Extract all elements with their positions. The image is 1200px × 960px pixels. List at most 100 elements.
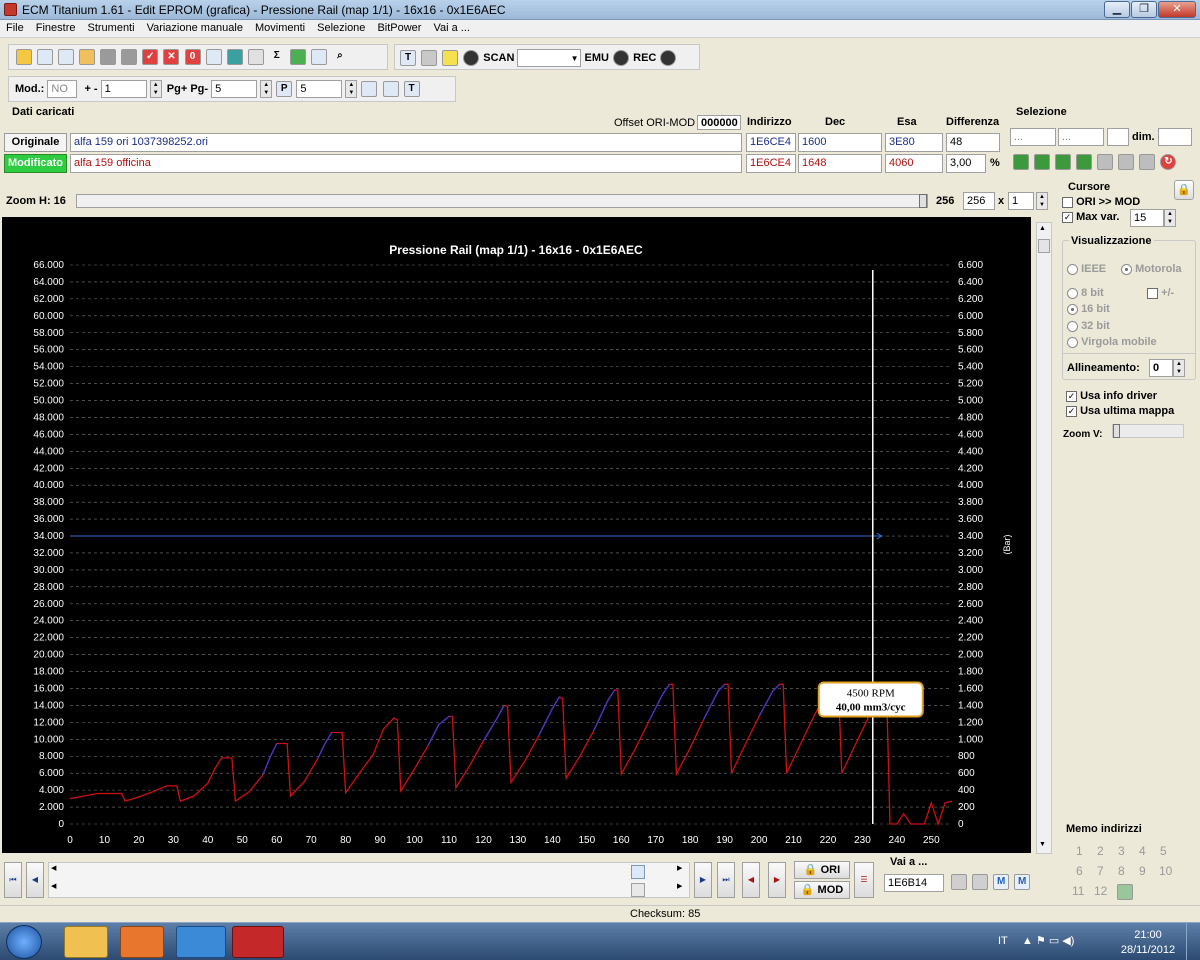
usa-ultima-checkbox[interactable]: ✓ [1066,405,1077,417]
ori-mod-checkbox[interactable] [1062,196,1073,208]
language-indicator[interactable]: IT [998,935,1008,947]
originale-diff[interactable]: 48 [946,133,1000,152]
selezione-extra[interactable] [1107,128,1129,146]
menu-bitpower[interactable]: BitPower [371,20,427,38]
hscroll-thumb-ori[interactable] [631,865,645,879]
modificato-filename[interactable]: alfa 159 officina [70,154,742,173]
grid-view-icon[interactable] [361,81,378,97]
window-titlebar[interactable]: ECM Titanium 1.61 - Edit EPROM (grafica)… [0,0,1200,20]
clear-selection-icon[interactable] [1139,154,1156,170]
virgola-radio[interactable] [1067,336,1078,348]
zoom-h-slider[interactable] [76,194,928,208]
zoom-v-thumb[interactable] [1113,424,1120,438]
pg-spinner[interactable]: ▲ ▼ [260,80,273,98]
pg-input[interactable]: 5 [211,80,258,98]
chart-vscroll[interactable]: ▲ ▼ [1036,222,1052,854]
zoom-v-slider[interactable] [1112,424,1184,438]
originale-dec[interactable]: 1600 [798,133,882,152]
plusminus-input[interactable]: 1 [100,80,147,98]
menu-movimenti[interactable]: Movimenti [249,20,311,38]
tray-icons[interactable]: ▲ ⚑ ▭ ◀) [1022,934,1074,947]
start-button[interactable] [6,925,42,959]
hscroll-right-icon[interactable]: ▶ [677,864,682,872]
modificato-diff[interactable]: 3,00 [946,154,986,173]
originale-filename[interactable]: alfa 159 ori 1037398252.ori [70,133,742,152]
mod-input[interactable]: NO [47,80,78,98]
select-col-icon[interactable] [1076,154,1093,170]
record-icon[interactable] [463,50,480,66]
16bit-radio[interactable] [1067,303,1078,315]
open-folder-icon[interactable] [79,49,96,65]
ieee-radio[interactable] [1067,263,1078,275]
select-range-icon[interactable] [1034,154,1051,170]
memo-5[interactable]: 5 [1160,844,1167,858]
media-player-icon[interactable] [120,926,164,958]
copy-icon[interactable] [205,49,222,65]
signed-checkbox[interactable] [1147,287,1158,299]
offset-value[interactable]: 000000 [697,115,741,130]
position-scroll[interactable]: ◀ ◀ ▶ ▶ [48,862,690,898]
virgola-option[interactable]: Virgola mobile [1067,336,1157,348]
prev-page-icon[interactable]: ◀ [26,862,44,898]
calendar-icon[interactable]: 0 [184,49,201,65]
battery-icon[interactable] [226,49,243,65]
windows-icon[interactable] [37,49,54,65]
memo-8[interactable]: 8 [1118,864,1125,878]
close-button[interactable]: ✕ [1158,1,1196,18]
memo-save-icon[interactable] [1117,884,1133,900]
menu-strumenti[interactable]: Strumenti [81,20,140,38]
dim-input[interactable] [1158,128,1192,146]
goto-mark-icon[interactable] [972,874,989,890]
menu-file[interactable]: File [0,20,30,38]
8bit-radio[interactable] [1067,287,1078,299]
flag-icon[interactable]: ☰ [854,862,874,898]
window-icon[interactable] [58,49,75,65]
emu-record-icon[interactable] [613,50,630,66]
selezione-start[interactable]: ... [1010,128,1056,146]
modificato-dec[interactable]: 1648 [798,154,882,173]
padlock-icon[interactable]: 🔒 [1174,180,1194,200]
signed-option[interactable]: +/- [1147,287,1174,299]
memo-4[interactable]: 4 [1139,844,1146,858]
usa-info-option[interactable]: ✓ Usa info driver [1066,390,1157,402]
menu-finestre[interactable]: Finestre [30,20,82,38]
max-var-option[interactable]: ✓ Max var. [1062,211,1119,223]
zoom-mult[interactable]: 1 [1008,192,1034,210]
menu-vai-a[interactable]: Vai a ... [427,20,475,38]
originale-button[interactable]: Originale [4,133,67,152]
motorola-radio[interactable] [1121,263,1132,275]
memo-12[interactable]: 12 [1094,884,1107,898]
chart-icon[interactable] [310,49,327,65]
maximize-button[interactable]: ❐ [1131,1,1157,18]
ori-mod-option[interactable]: ORI >> MOD [1062,196,1140,208]
table-view-icon[interactable] [382,81,399,97]
paste-selection-icon[interactable] [1118,154,1135,170]
save-icon[interactable] [100,49,117,65]
internet-explorer-icon[interactable] [176,926,226,958]
ori-button[interactable]: 🔒 ORI [794,861,850,879]
memo-7[interactable]: 7 [1097,864,1104,878]
first-page-icon[interactable]: ⏮ [4,862,22,898]
8bit-option[interactable]: 8 bit [1067,287,1104,299]
minimize-button[interactable]: ▁ [1104,1,1130,18]
memo-6[interactable]: 6 [1076,864,1083,878]
max-var-input[interactable]: 15 [1130,209,1164,227]
p-spinner[interactable]: ▲ ▼ [345,80,358,98]
max-var-spinner[interactable]: ▲ ▼ [1164,209,1176,227]
modificato-button[interactable]: Modificato [4,154,67,173]
refresh-icon[interactable]: ↻ [1160,154,1177,170]
memo-3[interactable]: 3 [1118,844,1125,858]
terminal-icon[interactable]: T [400,50,416,66]
scan-select[interactable]: ▼ [517,49,582,67]
plusminus-spinner[interactable]: ▲ ▼ [149,80,162,98]
hscroll-left-icon[interactable]: ◀ [51,864,56,872]
select-all-icon[interactable] [1013,154,1029,170]
edit-icon[interactable] [247,49,264,65]
last-page-icon[interactable]: ⏭ [717,862,735,898]
allineamento-input[interactable]: 0 [1149,359,1173,377]
zoom-h-thumb[interactable] [919,194,927,208]
usa-ultima-option[interactable]: ✓ Usa ultima mappa [1066,405,1174,417]
modificato-esa[interactable]: 4060 [885,154,943,173]
hscroll-thumb-mod[interactable] [631,883,645,897]
copy-selection-icon[interactable] [1097,154,1114,170]
